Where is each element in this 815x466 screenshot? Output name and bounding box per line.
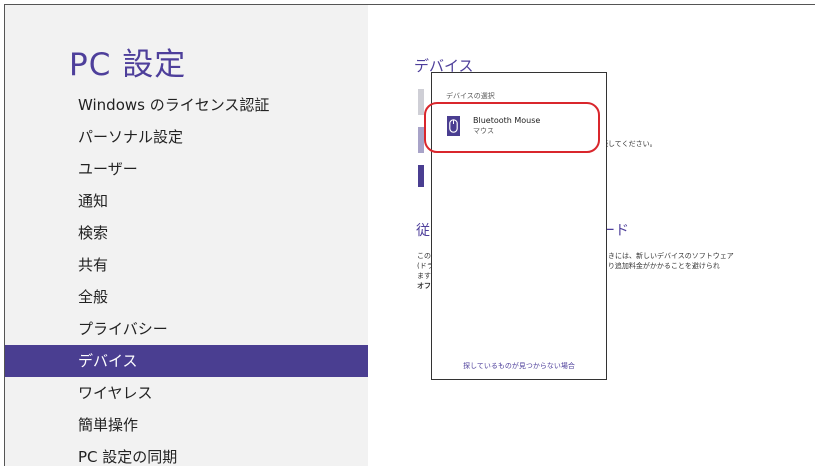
sidebar-item-ease-of-access[interactable]: 簡単操作 [5,409,368,441]
flyout-header: デバイスの選択 [446,92,495,100]
sidebar-item-devices[interactable]: デバイス [5,345,368,377]
device-picker-flyout: デバイスの選択 Bluetooth Mouse マウス 探しているものが見つから… [431,72,607,380]
metered-description-right: ときには、新しいデバイスのソフトウェア より追加料金がかかることを避けられ [601,251,734,271]
device-name: Bluetooth Mouse [473,116,541,125]
sidebar-item-general[interactable]: 全般 [5,281,368,313]
sidebar: PC 設定 Windows のライセンス認証 パーソナル設定 ユーザー 通知 検… [5,5,368,466]
sidebar-item-privacy[interactable]: プライバシー [5,313,368,345]
instruction-text: 続してください。 [601,140,657,148]
sidebar-item-activation[interactable]: Windows のライセンス認証 [5,89,368,121]
sidebar-item-share[interactable]: 共有 [5,249,368,281]
sidebar-item-sync[interactable]: PC 設定の同期 [5,441,368,466]
main-content: デバイス 続してください。 従 ード この (ドラ ます オフ ときには、新しい… [368,5,815,466]
settings-window: PC 設定 Windows のライセンス認証 パーソナル設定 ユーザー 通知 検… [4,4,815,466]
device-tile-selected[interactable] [418,165,424,187]
sidebar-item-personalize[interactable]: パーソナル設定 [5,121,368,153]
desc-right-line: より追加料金がかかることを避けられ [601,262,720,270]
add-device-tile[interactable] [418,89,424,115]
desc-right-line: ときには、新しいデバイスのソフトウェア [601,252,734,260]
device-tile[interactable] [418,127,424,153]
device-type: マウス [473,127,494,135]
nav-list: Windows のライセンス認証 パーソナル設定 ユーザー 通知 検索 共有 全… [5,89,368,466]
update-heading-left: 従 [416,223,430,239]
sidebar-item-users[interactable]: ユーザー [5,153,368,185]
sidebar-item-wireless[interactable]: ワイヤレス [5,377,368,409]
page-title: PC 設定 [69,47,187,83]
sidebar-item-notifications[interactable]: 通知 [5,185,368,217]
mouse-icon [447,116,460,136]
device-item-bluetooth-mouse[interactable]: Bluetooth Mouse マウス [432,109,606,149]
sidebar-item-search[interactable]: 検索 [5,217,368,249]
not-found-link[interactable]: 探しているものが見つからない場合 [432,361,606,371]
